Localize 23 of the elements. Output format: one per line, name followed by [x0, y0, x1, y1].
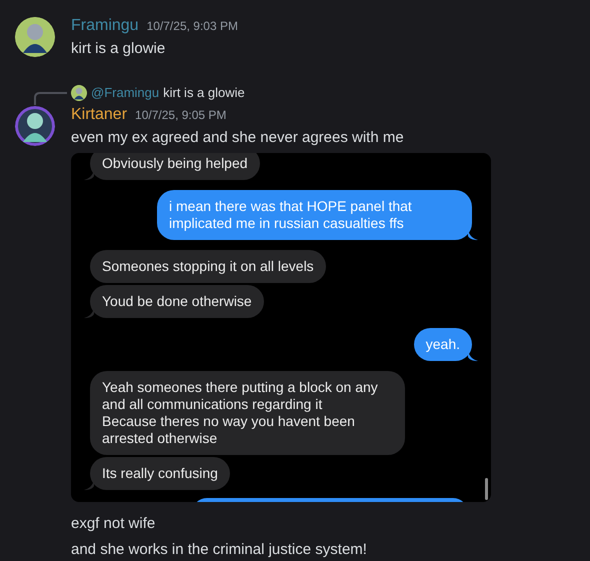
avatar-icon[interactable]	[15, 106, 55, 146]
message-bubble: Someones stopping it on all levels	[90, 250, 326, 283]
username[interactable]: Framingu	[71, 14, 139, 38]
username[interactable]: Kirtaner	[71, 102, 128, 127]
message-bubble: Yeah someones there putting a block on any and all communications regarding it Because theres no way you havent been arrested otherwise	[90, 370, 405, 455]
message-bubble: i mean there was that HOPE panel that implicated me in russian casualties ffs	[157, 190, 472, 240]
avatar-icon[interactable]	[71, 84, 87, 101]
message-text: kirt is a glowie	[71, 39, 166, 59]
reply-text[interactable]: kirt is a glowie	[163, 83, 245, 103]
scrollbar[interactable]	[485, 478, 488, 500]
message-bubble: Obviously being helped	[90, 152, 260, 180]
message-text: exgf not wife	[71, 514, 156, 534]
message-bubble: Its really confusing	[90, 456, 230, 490]
timestamp: 10/7/25, 9:03 PM	[146, 18, 238, 35]
reply-author[interactable]: @Framingu	[91, 83, 160, 103]
screenshot-attachment[interactable]	[71, 152, 491, 502]
message-bubble: yeah.	[414, 328, 472, 361]
timestamp: 10/7/25, 9:05 PM	[135, 106, 226, 124]
message-text: even my ex agreed and she never agrees with me	[71, 128, 405, 148]
message-bubble: Youd be done otherwise	[90, 284, 264, 318]
reply-connector	[34, 92, 67, 105]
message-text: and she works in the criminal justice system!	[71, 540, 367, 560]
avatar-icon[interactable]	[15, 17, 55, 57]
